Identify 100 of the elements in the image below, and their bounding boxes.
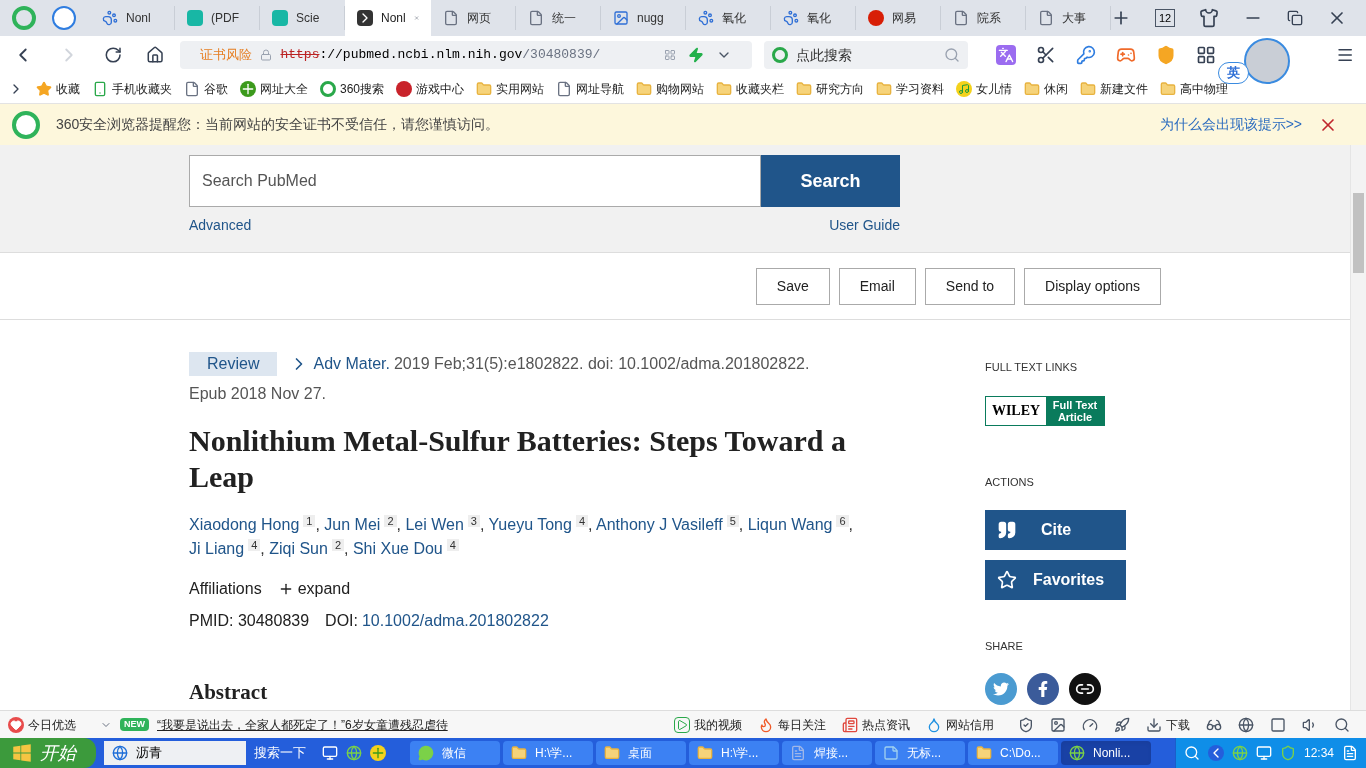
taskbar-button[interactable]: 微信 [410,741,500,765]
shirt-icon[interactable] [1199,8,1220,28]
affiliation-number[interactable]: 4 [575,514,588,527]
folder-icon[interactable] [1080,80,1097,97]
bookmark-item[interactable]: 网址大全 [240,79,308,98]
cite-button[interactable]: Cite [985,510,1126,550]
ime-badge[interactable]: 英 [1218,62,1250,84]
action-button[interactable]: Display options [1024,267,1161,305]
notepad-icon[interactable] [883,745,899,761]
page-icon[interactable] [443,10,459,26]
download-link[interactable]: 下载 [1146,715,1190,734]
taskbar-button[interactable]: Nonli... [1061,741,1151,765]
browser-tab[interactable]: nugg [601,6,686,30]
bookmark-item[interactable]: 谷歌 [184,79,228,98]
browser-tab[interactable]: 氧化 [771,6,856,30]
bookmark-item[interactable]: 女儿情 [956,79,1013,98]
bookmark-item[interactable]: 新建文件 [1080,79,1149,98]
image-icon[interactable] [613,10,629,26]
start-button[interactable]: 开始 [0,738,96,768]
affiliation-number[interactable]: 2 [384,514,397,527]
page-icon[interactable] [184,80,200,97]
today-picks-link[interactable]: 今日优选 [8,715,76,734]
network-icon[interactable] [1255,745,1272,761]
shield-icon[interactable] [1018,716,1034,733]
folder-icon[interactable] [976,745,992,761]
image-icon[interactable] [1050,716,1066,733]
status-bar-link[interactable]: 热点资讯 [842,715,910,734]
taskbar-button[interactable]: H:\学... [503,741,593,765]
search-icon[interactable] [1183,745,1200,761]
expand-tray-icon[interactable] [1207,745,1224,761]
star-icon[interactable] [36,80,52,97]
link-button[interactable] [1069,672,1101,705]
taskbar-search-button[interactable]: 搜索一下 [246,741,314,765]
author-link[interactable]: Ziqi Sun [269,540,328,557]
scrollbar[interactable] [1350,145,1366,710]
folder-icon[interactable] [716,80,733,97]
notice-link[interactable]: 为什么会出现该提示>> [1159,114,1302,135]
action-button[interactable]: Send to [924,267,1016,305]
lightning-icon[interactable] [688,47,705,63]
author-link[interactable]: Lei Wen [405,516,464,533]
status-bar-link[interactable]: 网站信用 [926,715,994,734]
folder-icon[interactable] [1160,80,1177,97]
search-icon[interactable] [1334,716,1350,733]
browser-logo-icon[interactable] [12,6,36,30]
bookmark-item[interactable]: 收藏夹栏 [716,79,785,98]
chat-icon[interactable] [418,745,434,761]
action-button[interactable]: Save [755,267,830,305]
url-text[interactable]: https://pubmed.ncbi.nlm.nih.gov/30480839/ [280,45,601,65]
bookmark-item[interactable]: 游戏中心 [396,79,465,98]
plus-icon[interactable] [370,745,386,761]
taskbar-button[interactable]: 桌面 [596,741,686,765]
lock-icon[interactable] [260,49,273,61]
paw-icon[interactable] [698,10,714,26]
folder-icon[interactable] [476,80,493,97]
affiliation-number[interactable]: 4 [248,538,261,551]
author-link[interactable]: Yueyu Tong [488,516,572,533]
favorites-button[interactable]: Favorites [985,560,1126,600]
desktop-icon[interactable] [322,745,338,761]
news-icon[interactable] [842,716,858,733]
globe-icon[interactable] [1238,716,1254,733]
music-icon[interactable] [956,80,973,97]
bookmark-item[interactable]: 休闲 [1024,79,1069,98]
chevron-icon[interactable] [357,10,373,26]
taskbar-button[interactable]: C:\Do... [968,741,1058,765]
action-button[interactable]: Email [838,267,916,305]
status-bar-link[interactable]: 我的视频 [674,715,742,734]
user-guide-link[interactable]: User Guide [829,215,900,236]
page-icon[interactable] [953,10,969,26]
paw-icon[interactable] [783,10,799,26]
twitter-button[interactable] [985,672,1017,705]
address-bar[interactable]: 证书风险 https://pubmed.ncbi.nlm.nih.gov/30480839/ [180,41,753,69]
rocket-icon[interactable] [1114,716,1130,733]
bookmark-item[interactable]: 研究方向 [796,79,865,98]
flame-icon[interactable] [758,716,774,733]
bookmark-item[interactable]: 手机收藏夹 [92,79,172,98]
folder-icon[interactable] [636,80,653,97]
author-link[interactable]: Anthony J Vasileff [596,516,723,533]
browser-tab[interactable]: 网易 [856,6,941,30]
journal-link[interactable]: Adv Mater. [289,349,390,379]
globe-icon[interactable] [1069,745,1085,761]
author-link[interactable]: Jun Mei [324,516,381,533]
author-link[interactable]: Ji Liang [189,540,245,557]
browser-tab[interactable]: Scie [260,6,345,30]
bookmark-item[interactable]: 购物网站 [636,79,705,98]
browser-tab[interactable]: 网页 [431,6,516,30]
browser-tab[interactable]: 统一 [516,6,601,30]
affiliation-number[interactable]: 1 [303,514,316,527]
author-link[interactable]: Xiaodong Hong [189,516,300,533]
tab-count[interactable]: 12 [1155,9,1176,27]
taskbar-button[interactable]: 焊接... [782,741,872,765]
browser-tab[interactable]: 大事 [1026,6,1111,30]
folder-icon[interactable] [604,745,620,761]
apps-icon[interactable] [1196,45,1217,65]
page-icon[interactable] [556,80,573,97]
advanced-link[interactable]: Advanced [189,215,252,236]
doi-link[interactable]: 10.1002/adma.201802822 [361,609,549,633]
page-icon[interactable] [1038,10,1054,26]
news-headline-link[interactable]: “我要是说出去，全家人都死定了！”6岁女童遭残忍虐待 [157,715,448,734]
restore-icon[interactable] [1287,10,1304,26]
key-icon[interactable] [1076,45,1097,65]
